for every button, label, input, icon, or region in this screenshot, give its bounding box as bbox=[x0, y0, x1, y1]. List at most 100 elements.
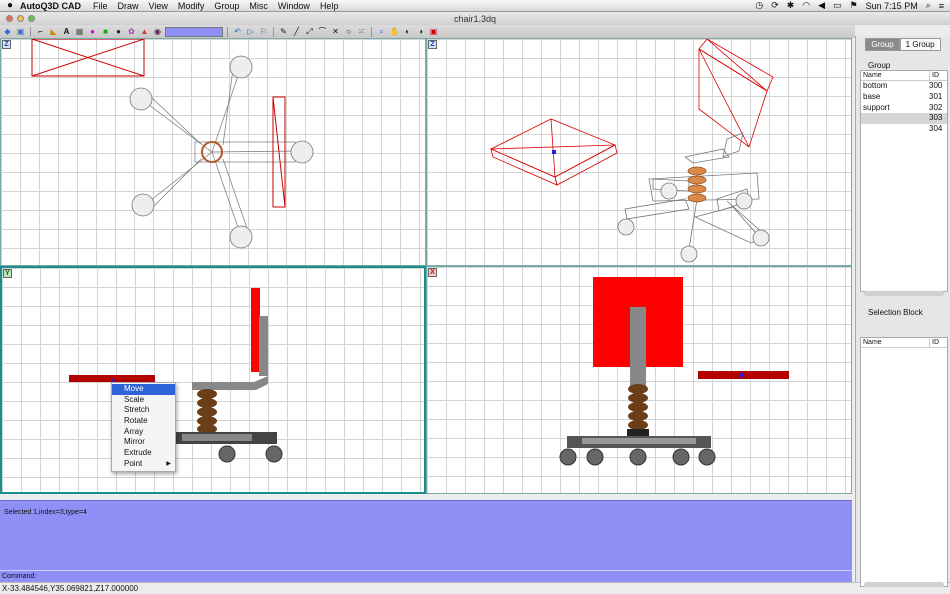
menu-item-point[interactable]: Point ▶ bbox=[112, 459, 175, 470]
submenu-arrow-icon: ▶ bbox=[166, 460, 171, 467]
list-icon[interactable]: ≡ bbox=[939, 1, 944, 11]
group-list-header: Name ID bbox=[861, 71, 947, 81]
list-item[interactable]: 303 bbox=[861, 113, 947, 125]
viewport-top-left[interactable]: Z bbox=[0, 38, 426, 266]
menu-misc[interactable]: Misc bbox=[249, 1, 268, 11]
torus-icon[interactable]: ✿ bbox=[126, 26, 137, 37]
top-view-drawing bbox=[31, 39, 314, 249]
menu-item-extrude[interactable]: Extrude bbox=[112, 448, 175, 459]
polyline-icon[interactable]: ⌐ bbox=[35, 26, 46, 37]
selection-block-title: Selection Block bbox=[868, 308, 923, 317]
menu-item-scale[interactable]: Scale bbox=[112, 395, 175, 406]
selection-block-list[interactable]: Name ID bbox=[860, 337, 948, 587]
flag-icon[interactable]: ⚑ bbox=[850, 0, 858, 11]
list-item[interactable]: bottom 300 bbox=[861, 81, 947, 92]
color-swatch[interactable] bbox=[165, 26, 223, 37]
menu-file[interactable]: File bbox=[93, 1, 108, 11]
line-icon[interactable]: ╱ bbox=[291, 26, 302, 37]
menu-item-point-label: Point bbox=[124, 458, 143, 468]
toolbar-divider bbox=[30, 26, 31, 37]
material-icon[interactable]: ◉ bbox=[152, 26, 163, 37]
apple-icon[interactable]: ● bbox=[0, 0, 20, 11]
cylinder-icon[interactable]: ● bbox=[113, 26, 124, 37]
sync-icon[interactable]: ⟳ bbox=[771, 0, 779, 11]
cone-icon[interactable]: ▲ bbox=[139, 26, 150, 37]
zoom-icon[interactable]: ⌕ bbox=[376, 26, 387, 37]
status-message: Selected 1,index=3,type=4 bbox=[4, 509, 87, 516]
app-menu[interactable]: AutoQ3D CAD bbox=[20, 1, 81, 11]
list-item[interactable]: support 302 bbox=[861, 103, 947, 114]
spotlight-icon[interactable]: ⌕ bbox=[926, 0, 931, 11]
toolbar-divider bbox=[273, 26, 274, 37]
front-view-drawing bbox=[559, 277, 789, 466]
render-icon[interactable]: ▣ bbox=[428, 26, 439, 37]
group-name: bottom bbox=[863, 81, 888, 90]
menu-view[interactable]: View bbox=[149, 1, 168, 11]
menu-item-array[interactable]: Array bbox=[112, 427, 175, 438]
snap-grid-icon[interactable]: ⁙ bbox=[356, 26, 367, 37]
menu-help[interactable]: Help bbox=[320, 1, 339, 11]
flag-tool-icon[interactable]: ⚐ bbox=[258, 26, 269, 37]
group-name: support bbox=[863, 102, 890, 112]
cube-icon[interactable]: ■ bbox=[100, 26, 111, 37]
viewport-top-right[interactable]: Z bbox=[426, 38, 852, 266]
pan-icon[interactable]: ✋ bbox=[389, 26, 400, 37]
arc-icon[interactable]: ⌒ bbox=[317, 26, 328, 37]
group-panel: Group 1 Group Group Name ID bottom 300 b… bbox=[855, 36, 950, 587]
list-item[interactable]: 304 bbox=[861, 124, 947, 135]
cross-icon[interactable]: ✕ bbox=[330, 26, 341, 37]
group-list-scrollbar[interactable] bbox=[864, 291, 944, 296]
list-item[interactable]: base 301 bbox=[861, 92, 947, 103]
sphere-icon[interactable]: ● bbox=[87, 26, 98, 37]
group-list[interactable]: Name ID bottom 300 base 301 support 302 … bbox=[860, 70, 948, 292]
text-icon[interactable]: A bbox=[61, 26, 72, 37]
menu-draw[interactable]: Draw bbox=[118, 1, 139, 11]
group-title: Group bbox=[868, 61, 891, 70]
menu-item-rotate[interactable]: Rotate bbox=[112, 416, 175, 427]
command-line[interactable]: Command: bbox=[0, 570, 852, 582]
menu-bar: ● AutoQ3D CAD File Draw View Modify Grou… bbox=[0, 0, 950, 12]
window-title-bar: chair1.3dq bbox=[0, 12, 950, 25]
viewport-bottom-left[interactable]: Y bbox=[0, 266, 426, 494]
side-view-drawing bbox=[69, 288, 283, 463]
group-name bbox=[861, 113, 929, 124]
column-id[interactable]: ID bbox=[929, 71, 947, 80]
column-name[interactable]: Name bbox=[861, 338, 929, 347]
menu-modify[interactable]: Modify bbox=[178, 1, 205, 11]
perspective-drawing bbox=[490, 39, 774, 263]
menu-window[interactable]: Window bbox=[278, 1, 310, 11]
timemachine-icon[interactable]: ◷ bbox=[755, 0, 763, 11]
window-title: chair1.3dq bbox=[453, 13, 497, 24]
orbit-icon[interactable]: ◐ bbox=[402, 26, 413, 37]
grid-icon[interactable]: ▦ bbox=[74, 26, 85, 37]
group-name: base bbox=[863, 91, 881, 101]
selection-list-scrollbar[interactable] bbox=[864, 582, 944, 587]
undo-icon[interactable]: ↶ bbox=[232, 26, 243, 37]
column-name[interactable]: Name bbox=[861, 71, 929, 80]
clock[interactable]: Sun 7:15 PM bbox=[866, 1, 918, 11]
bluetooth-icon[interactable]: ✱ bbox=[787, 0, 795, 11]
group-id: 302 bbox=[929, 102, 943, 112]
circle-icon[interactable]: ○ bbox=[343, 26, 354, 37]
menu-item-move[interactable]: Move bbox=[112, 384, 175, 395]
menu-item-stretch[interactable]: Stretch bbox=[112, 405, 175, 416]
menu-group[interactable]: Group bbox=[214, 1, 239, 11]
toolbar: ◆ ▣ ⌐ ◣ A ▦ ● ■ ● ✿ ▲ ◉ ↶ ▷ ⚐ ✎ ╱ ⤢ ⌒ ✕ … bbox=[0, 25, 855, 38]
tab-group[interactable]: Group bbox=[865, 38, 900, 51]
viewport-bottom-right[interactable]: X bbox=[426, 266, 852, 494]
save-icon[interactable]: ▣ bbox=[15, 26, 26, 37]
context-menu: Move Scale Stretch Rotate Array Mirror E… bbox=[111, 382, 176, 472]
menu-item-mirror[interactable]: Mirror bbox=[112, 437, 175, 448]
wifi-icon[interactable]: ◠ bbox=[802, 0, 810, 11]
coordinate-readout: X-33.484546,Y35.069821,Z17.000000 bbox=[0, 582, 950, 594]
volume-icon[interactable]: ◀ bbox=[818, 0, 825, 11]
column-id[interactable]: ID bbox=[929, 338, 947, 347]
dimension-icon[interactable]: ⤢ bbox=[304, 26, 315, 37]
battery-icon[interactable]: ▭ bbox=[833, 0, 842, 11]
open-icon[interactable]: ◆ bbox=[2, 26, 13, 37]
pencil-icon[interactable]: ✎ bbox=[278, 26, 289, 37]
lamp-icon[interactable]: ◑ bbox=[415, 26, 426, 37]
triangle-icon[interactable]: ◣ bbox=[48, 26, 59, 37]
select-icon[interactable]: ▷ bbox=[245, 26, 256, 37]
tab-1-group[interactable]: 1 Group bbox=[899, 38, 941, 51]
